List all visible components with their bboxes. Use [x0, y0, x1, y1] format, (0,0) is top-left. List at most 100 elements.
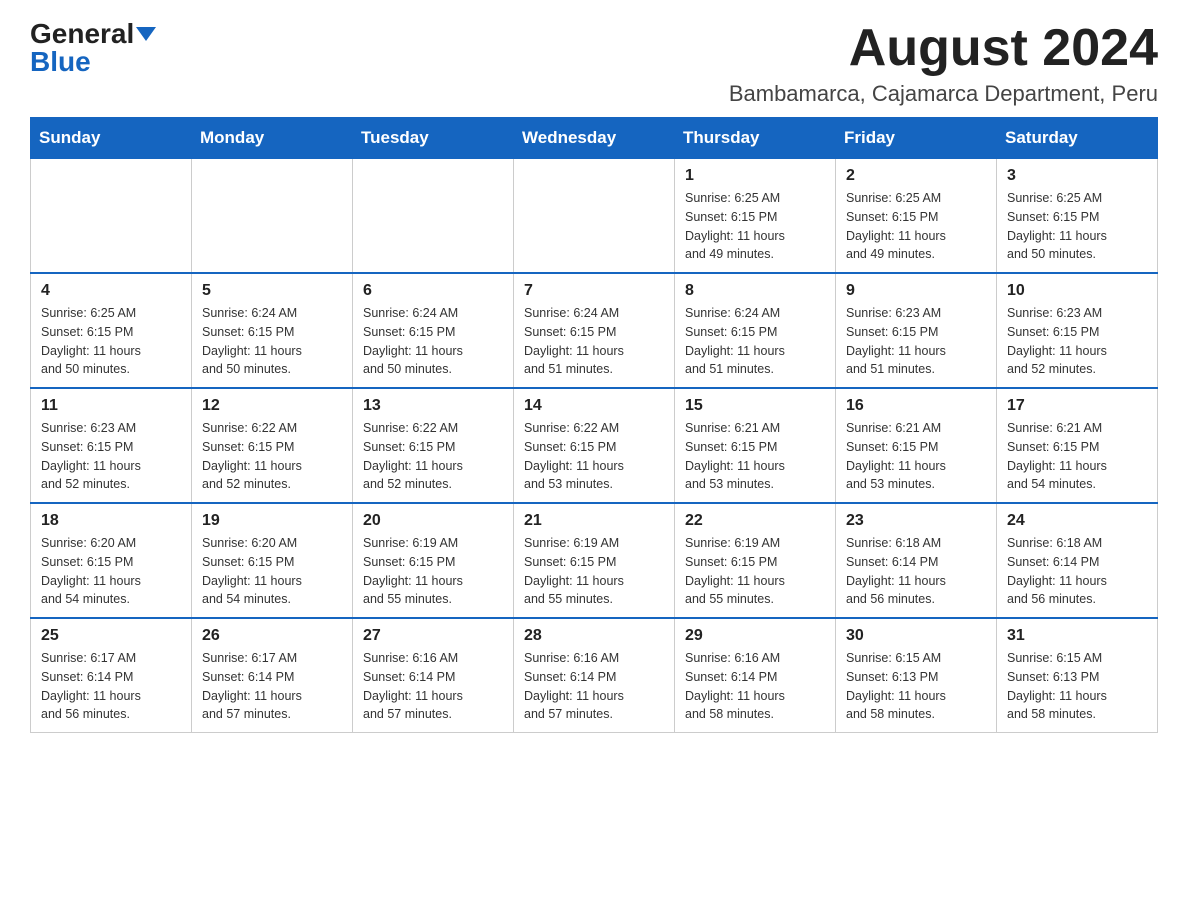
day-info: Sunrise: 6:25 AMSunset: 6:15 PMDaylight:…: [1007, 189, 1147, 264]
day-number: 5: [202, 282, 342, 300]
day-info: Sunrise: 6:17 AMSunset: 6:14 PMDaylight:…: [41, 649, 181, 724]
calendar-cell: 17Sunrise: 6:21 AMSunset: 6:15 PMDayligh…: [997, 388, 1158, 503]
logo: General Blue: [30, 20, 156, 76]
logo-blue-text: Blue: [30, 48, 91, 76]
logo-triangle-icon: [136, 27, 156, 41]
calendar-cell: 9 Sunrise: 6:23 AMSunset: 6:15 PMDaylight…: [836, 273, 997, 388]
calendar-cell: [514, 159, 675, 274]
day-info: Sunrise: 6:19 AMSunset: 6:15 PMDaylight:…: [524, 534, 664, 609]
day-number: 20: [363, 512, 503, 530]
calendar-week-row: 11Sunrise: 6:23 AMSunset: 6:15 PMDayligh…: [31, 388, 1158, 503]
title-area: August 2024 Bambamarca, Cajamarca Depart…: [729, 20, 1158, 107]
day-number: 19: [202, 512, 342, 530]
calendar-cell: [192, 159, 353, 274]
day-number: 13: [363, 397, 503, 415]
day-info: Sunrise: 6:23 AMSunset: 6:15 PMDaylight:…: [41, 419, 181, 494]
day-number: 3: [1007, 167, 1147, 185]
day-info: Sunrise: 6:18 AMSunset: 6:14 PMDaylight:…: [846, 534, 986, 609]
day-info: Sunrise: 6:18 AMSunset: 6:14 PMDaylight:…: [1007, 534, 1147, 609]
calendar-table: SundayMondayTuesdayWednesdayThursdayFrid…: [30, 117, 1158, 733]
day-number: 15: [685, 397, 825, 415]
day-info: Sunrise: 6:25 AMSunset: 6:15 PMDaylight:…: [846, 189, 986, 264]
day-info: Sunrise: 6:21 AMSunset: 6:15 PMDaylight:…: [685, 419, 825, 494]
day-info: Sunrise: 6:24 AMSunset: 6:15 PMDaylight:…: [685, 304, 825, 379]
day-info: Sunrise: 6:24 AMSunset: 6:15 PMDaylight:…: [363, 304, 503, 379]
calendar-cell: 13 Sunrise: 6:22 AMSunset: 6:15 PMDayligh…: [353, 388, 514, 503]
day-number: 8: [685, 282, 825, 300]
calendar-header-row: SundayMondayTuesdayWednesdayThursdayFrid…: [31, 118, 1158, 159]
logo-general-text: General: [30, 20, 134, 48]
calendar-cell: 10Sunrise: 6:23 AMSunset: 6:15 PMDayligh…: [997, 273, 1158, 388]
calendar-cell: 1 Sunrise: 6:25 AMSunset: 6:15 PMDaylight…: [675, 159, 836, 274]
calendar-week-row: 18Sunrise: 6:20 AMSunset: 6:15 PMDayligh…: [31, 503, 1158, 618]
calendar-cell: 21Sunrise: 6:19 AMSunset: 6:15 PMDayligh…: [514, 503, 675, 618]
calendar-week-row: 1 Sunrise: 6:25 AMSunset: 6:15 PMDaylight…: [31, 159, 1158, 274]
location-title: Bambamarca, Cajamarca Department, Peru: [729, 81, 1158, 107]
calendar-cell: 4 Sunrise: 6:25 AMSunset: 6:15 PMDaylight…: [31, 273, 192, 388]
day-number: 24: [1007, 512, 1147, 530]
calendar-cell: 19 Sunrise: 6:20 AMSunset: 6:15 PMDayligh…: [192, 503, 353, 618]
calendar-header-friday: Friday: [836, 118, 997, 159]
calendar-header-thursday: Thursday: [675, 118, 836, 159]
day-info: Sunrise: 6:16 AMSunset: 6:14 PMDaylight:…: [524, 649, 664, 724]
calendar-week-row: 4 Sunrise: 6:25 AMSunset: 6:15 PMDaylight…: [31, 273, 1158, 388]
calendar-header-saturday: Saturday: [997, 118, 1158, 159]
calendar-cell: 6Sunrise: 6:24 AMSunset: 6:15 PMDaylight…: [353, 273, 514, 388]
day-number: 14: [524, 397, 664, 415]
calendar-cell: 15 Sunrise: 6:21 AMSunset: 6:15 PMDayligh…: [675, 388, 836, 503]
calendar-cell: 25 Sunrise: 6:17 AMSunset: 6:14 PMDayligh…: [31, 618, 192, 733]
day-number: 25: [41, 627, 181, 645]
day-number: 22: [685, 512, 825, 530]
calendar-cell: 11Sunrise: 6:23 AMSunset: 6:15 PMDayligh…: [31, 388, 192, 503]
calendar-cell: 31 Sunrise: 6:15 AMSunset: 6:13 PMDayligh…: [997, 618, 1158, 733]
day-number: 27: [363, 627, 503, 645]
day-info: Sunrise: 6:23 AMSunset: 6:15 PMDaylight:…: [846, 304, 986, 379]
calendar-cell: 22Sunrise: 6:19 AMSunset: 6:15 PMDayligh…: [675, 503, 836, 618]
calendar-header-monday: Monday: [192, 118, 353, 159]
calendar-cell: 26Sunrise: 6:17 AMSunset: 6:14 PMDayligh…: [192, 618, 353, 733]
day-number: 12: [202, 397, 342, 415]
day-number: 1: [685, 167, 825, 185]
calendar-header-wednesday: Wednesday: [514, 118, 675, 159]
calendar-cell: 23Sunrise: 6:18 AMSunset: 6:14 PMDayligh…: [836, 503, 997, 618]
header: General Blue August 2024 Bambamarca, Caj…: [30, 20, 1158, 107]
calendar-cell: 20 Sunrise: 6:19 AMSunset: 6:15 PMDayligh…: [353, 503, 514, 618]
day-info: Sunrise: 6:19 AMSunset: 6:15 PMDaylight:…: [363, 534, 503, 609]
calendar-cell: 29 Sunrise: 6:16 AMSunset: 6:14 PMDayligh…: [675, 618, 836, 733]
calendar-cell: 8 Sunrise: 6:24 AMSunset: 6:15 PMDaylight…: [675, 273, 836, 388]
day-number: 9: [846, 282, 986, 300]
day-info: Sunrise: 6:16 AMSunset: 6:14 PMDaylight:…: [685, 649, 825, 724]
day-number: 2: [846, 167, 986, 185]
calendar-cell: 14 Sunrise: 6:22 AMSunset: 6:15 PMDayligh…: [514, 388, 675, 503]
calendar-cell: 2 Sunrise: 6:25 AMSunset: 6:15 PMDaylight…: [836, 159, 997, 274]
calendar-header-sunday: Sunday: [31, 118, 192, 159]
calendar-cell: 28 Sunrise: 6:16 AMSunset: 6:14 PMDayligh…: [514, 618, 675, 733]
calendar-cell: [31, 159, 192, 274]
day-info: Sunrise: 6:22 AMSunset: 6:15 PMDaylight:…: [202, 419, 342, 494]
day-number: 10: [1007, 282, 1147, 300]
day-info: Sunrise: 6:22 AMSunset: 6:15 PMDaylight:…: [363, 419, 503, 494]
day-info: Sunrise: 6:25 AMSunset: 6:15 PMDaylight:…: [685, 189, 825, 264]
day-number: 30: [846, 627, 986, 645]
day-number: 31: [1007, 627, 1147, 645]
day-info: Sunrise: 6:21 AMSunset: 6:15 PMDaylight:…: [1007, 419, 1147, 494]
month-year-title: August 2024: [729, 20, 1158, 77]
day-info: Sunrise: 6:20 AMSunset: 6:15 PMDaylight:…: [202, 534, 342, 609]
day-info: Sunrise: 6:15 AMSunset: 6:13 PMDaylight:…: [1007, 649, 1147, 724]
day-info: Sunrise: 6:24 AMSunset: 6:15 PMDaylight:…: [202, 304, 342, 379]
day-number: 4: [41, 282, 181, 300]
day-info: Sunrise: 6:25 AMSunset: 6:15 PMDaylight:…: [41, 304, 181, 379]
calendar-cell: 27 Sunrise: 6:16 AMSunset: 6:14 PMDayligh…: [353, 618, 514, 733]
day-number: 29: [685, 627, 825, 645]
calendar-cell: 3 Sunrise: 6:25 AMSunset: 6:15 PMDaylight…: [997, 159, 1158, 274]
day-number: 28: [524, 627, 664, 645]
day-number: 16: [846, 397, 986, 415]
calendar-cell: 24 Sunrise: 6:18 AMSunset: 6:14 PMDayligh…: [997, 503, 1158, 618]
calendar-cell: [353, 159, 514, 274]
calendar-week-row: 25 Sunrise: 6:17 AMSunset: 6:14 PMDayligh…: [31, 618, 1158, 733]
calendar-cell: 18Sunrise: 6:20 AMSunset: 6:15 PMDayligh…: [31, 503, 192, 618]
calendar-cell: 5 Sunrise: 6:24 AMSunset: 6:15 PMDaylight…: [192, 273, 353, 388]
calendar-cell: 7Sunrise: 6:24 AMSunset: 6:15 PMDaylight…: [514, 273, 675, 388]
day-info: Sunrise: 6:22 AMSunset: 6:15 PMDaylight:…: [524, 419, 664, 494]
day-info: Sunrise: 6:16 AMSunset: 6:14 PMDaylight:…: [363, 649, 503, 724]
